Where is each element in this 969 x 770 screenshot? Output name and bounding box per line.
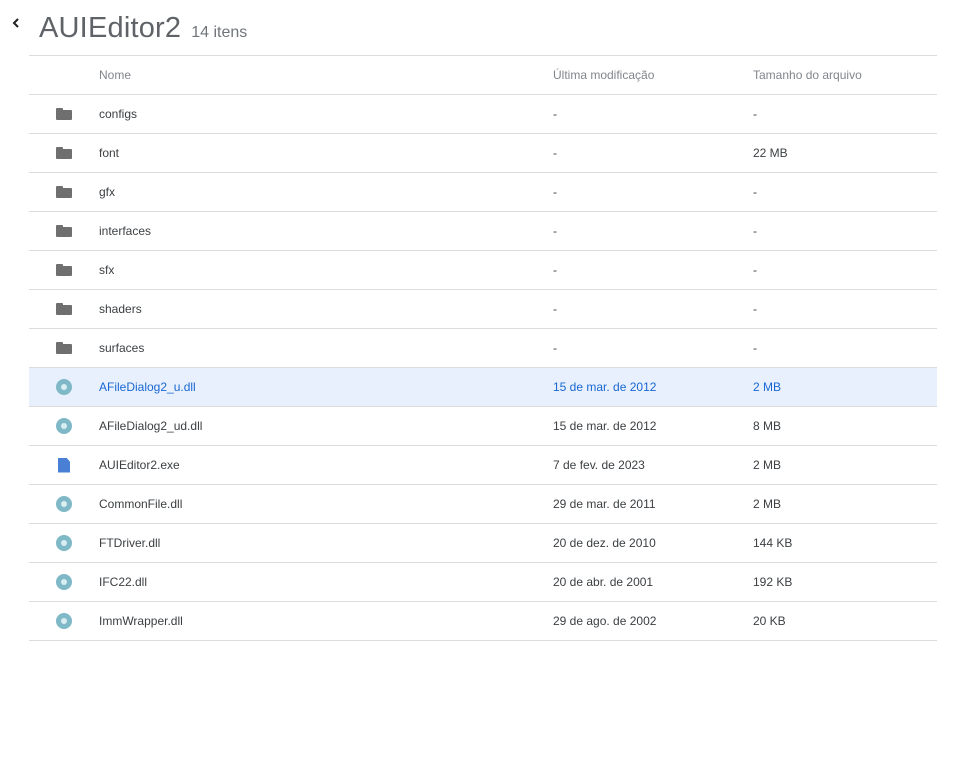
file-modified: - xyxy=(553,107,557,121)
table-row[interactable]: AUIEditor2.exe 7 de fev. de 2023 2 MB xyxy=(29,445,937,484)
file-modified: - xyxy=(553,302,557,316)
file-modified: 29 de ago. de 2002 xyxy=(553,614,657,628)
document-icon xyxy=(58,457,70,473)
file-name: ImmWrapper.dll xyxy=(99,614,183,628)
table-row[interactable]: FTDriver.dll 20 de dez. de 2010 144 KB xyxy=(29,523,937,562)
file-name: font xyxy=(99,146,120,160)
file-modified: - xyxy=(553,341,557,355)
column-header-modified[interactable]: Última modificação xyxy=(553,68,753,82)
file-modified: 7 de fev. de 2023 xyxy=(553,458,645,472)
file-name: shaders xyxy=(99,302,142,316)
file-modified: - xyxy=(553,185,557,199)
file-size: 8 MB xyxy=(753,419,782,433)
table-row[interactable]: font - 22 MB xyxy=(29,133,937,172)
table-row[interactable]: sfx - - xyxy=(29,250,937,289)
table-row[interactable]: gfx - - xyxy=(29,172,937,211)
folder-icon xyxy=(56,303,72,315)
chevron-left-icon xyxy=(12,15,20,33)
folder-icon xyxy=(56,264,72,276)
folder-icon xyxy=(56,342,72,354)
page-title: AUIEditor2 xyxy=(39,12,182,44)
item-count: 14 itens xyxy=(191,24,248,41)
disc-icon xyxy=(56,379,72,395)
disc-icon xyxy=(56,574,72,590)
file-name: AFileDialog2_ud.dll xyxy=(99,419,203,433)
table-body: configs - - font - 22 MB gfx - - interfaces - - sfx -… xyxy=(29,94,937,641)
table-row[interactable]: CommonFile.dll 29 de mar. de 2011 2 MB xyxy=(29,484,937,523)
disc-icon xyxy=(56,418,72,434)
file-size: 20 KB xyxy=(753,614,786,628)
file-modified: - xyxy=(553,224,557,238)
folder-icon xyxy=(56,108,72,120)
file-size: 2 MB xyxy=(753,380,782,394)
disc-icon xyxy=(56,535,72,551)
file-size: 2 MB xyxy=(753,458,782,472)
back-button[interactable] xyxy=(10,17,22,31)
file-name: interfaces xyxy=(99,224,152,238)
file-name: configs xyxy=(99,107,138,121)
file-name: surfaces xyxy=(99,341,145,355)
folder-icon xyxy=(56,147,72,159)
file-size: 192 KB xyxy=(753,575,793,589)
file-name: AFileDialog2_u.dll xyxy=(99,380,196,394)
file-size: 22 MB xyxy=(753,146,788,160)
file-modified: - xyxy=(553,263,557,277)
file-size: - xyxy=(753,107,757,121)
file-size: - xyxy=(753,224,757,238)
table-header: Nome Última modificação Tamanho do arqui… xyxy=(29,55,937,94)
column-header-size[interactable]: Tamanho do arquivo xyxy=(753,68,937,82)
file-size: - xyxy=(753,263,757,277)
file-modified: 15 de mar. de 2012 xyxy=(553,380,657,394)
file-size: 144 KB xyxy=(753,536,793,550)
file-name: CommonFile.dll xyxy=(99,497,183,511)
table-row[interactable]: AFileDialog2_u.dll 15 de mar. de 2012 2 MB xyxy=(29,367,937,406)
file-size: - xyxy=(753,341,757,355)
column-header-name[interactable]: Nome xyxy=(99,68,553,82)
file-name: IFC22.dll xyxy=(99,575,148,589)
file-modified: 20 de abr. de 2001 xyxy=(553,575,654,589)
file-modified: 15 de mar. de 2012 xyxy=(553,419,657,433)
table-row[interactable]: AFileDialog2_ud.dll 15 de mar. de 2012 8 M… xyxy=(29,406,937,445)
disc-icon xyxy=(56,613,72,629)
table-row[interactable]: IFC22.dll 20 de abr. de 2001 192 KB xyxy=(29,562,937,601)
file-size: - xyxy=(753,302,757,316)
file-modified: - xyxy=(553,146,557,160)
file-size: - xyxy=(753,185,757,199)
folder-icon xyxy=(56,225,72,237)
folder-icon xyxy=(56,186,72,198)
table-row[interactable]: ImmWrapper.dll 29 de ago. de 2002 20 KB xyxy=(29,601,937,641)
file-size: 2 MB xyxy=(753,497,782,511)
file-name: AUIEditor2.exe xyxy=(99,458,180,472)
disc-icon xyxy=(56,496,72,512)
file-name: sfx xyxy=(99,263,115,277)
file-name: gfx xyxy=(99,185,116,199)
file-modified: 20 de dez. de 2010 xyxy=(553,536,656,550)
table-row[interactable]: configs - - xyxy=(29,94,937,133)
table-row[interactable]: interfaces - - xyxy=(29,211,937,250)
page-header: AUIEditor2 14 itens xyxy=(39,12,247,45)
file-modified: 29 de mar. de 2011 xyxy=(553,497,656,511)
file-table: Nome Última modificação Tamanho do arqui… xyxy=(29,55,937,641)
table-row[interactable]: shaders - - xyxy=(29,289,937,328)
file-name: FTDriver.dll xyxy=(99,536,161,550)
table-row[interactable]: surfaces - - xyxy=(29,328,937,367)
